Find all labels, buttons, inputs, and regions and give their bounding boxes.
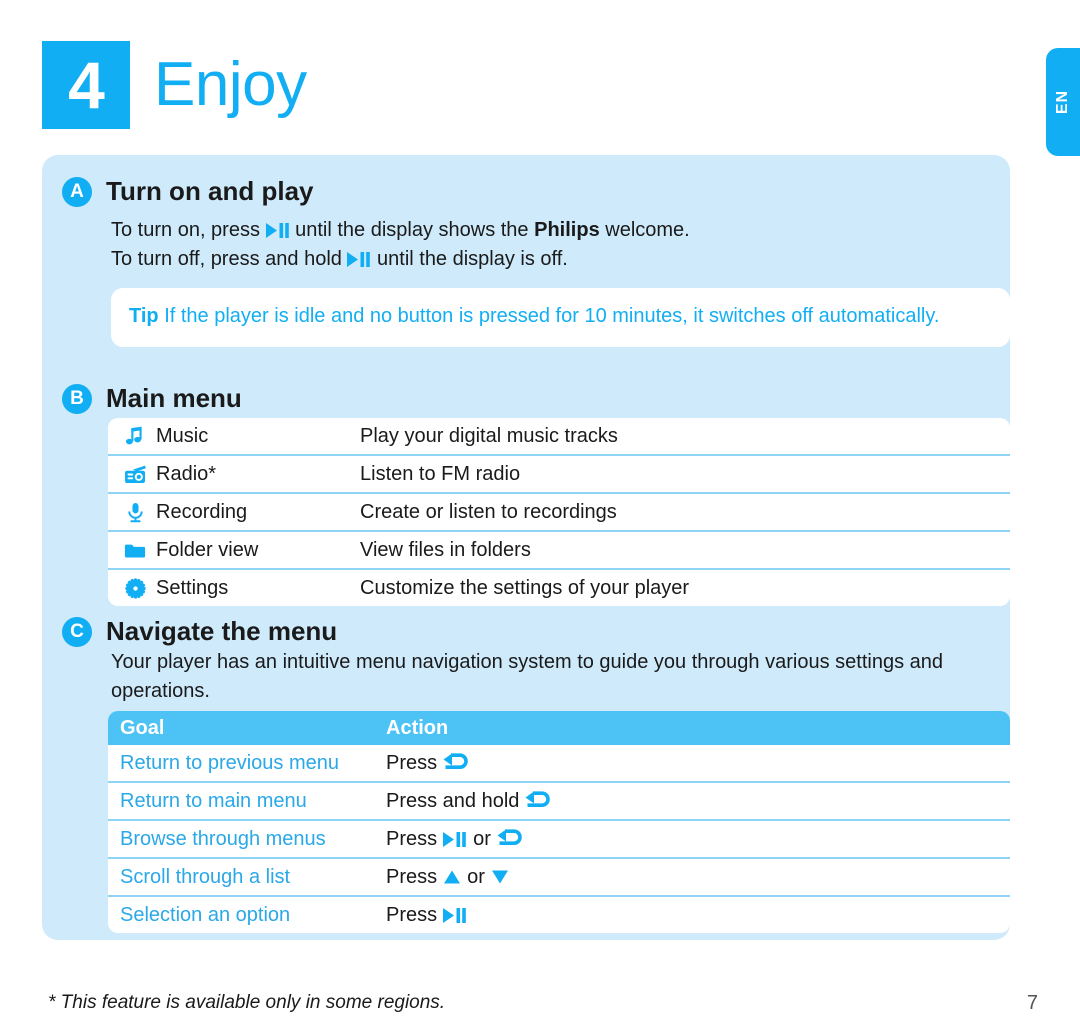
brand-name: Philips: [534, 219, 600, 241]
main-menu-row-description: Play your digital music tracks: [360, 424, 618, 447]
navigate-row-action: Press: [386, 752, 1010, 775]
section-c-heading: C Navigate the menu: [62, 616, 337, 647]
chapter-number: 4: [42, 41, 130, 129]
navigate-row-action-text: Press: [386, 827, 438, 850]
section-c-badge: C: [62, 616, 92, 647]
navigate-row-connector: or: [467, 865, 485, 888]
main-menu-row-label: Folder view: [156, 538, 259, 561]
back-arrow-icon: [525, 791, 551, 807]
navigate-row-action: Press or: [386, 828, 1010, 851]
play-pause-icon: [443, 831, 466, 847]
main-menu-row: Recording Create or listen to recordings: [108, 494, 1010, 532]
main-menu-row-description: Listen to FM radio: [360, 462, 521, 485]
main-menu-row: Settings Customize the settings of your p…: [108, 570, 1010, 606]
tip-box: Tip If the player is idle and no button …: [111, 288, 1010, 347]
navigate-row-goal: Return to previous menu: [120, 751, 340, 774]
navigate-table-body: Return to previous menu Press Return to ma…: [108, 745, 1010, 933]
language-tab-en: EN: [1046, 48, 1080, 156]
navigate-table-row: Return to previous menu Press: [108, 745, 1010, 783]
main-menu-row-label: Settings: [156, 576, 229, 599]
main-menu-table: Music Play your digital music tracks Radio…: [108, 418, 1010, 606]
music-note-icon: [125, 426, 142, 444]
main-menu-row-label: Radio*: [156, 462, 217, 485]
column-header-action: Action: [386, 716, 449, 739]
main-menu-row-icon: [108, 465, 152, 484]
navigate-row-action-text: Press: [386, 751, 438, 774]
main-menu-row: Music Play your digital music tracks: [108, 418, 1010, 456]
turn-on-text-1: To turn on, press: [111, 219, 266, 241]
main-menu-row-icon: [108, 426, 152, 447]
section-b-title: Main menu: [106, 383, 242, 413]
chapter-header: 4 Enjoy: [42, 41, 307, 129]
column-header-goal: Goal: [120, 716, 165, 739]
navigate-row-action-text: Press: [386, 865, 438, 888]
main-menu-row-description: Customize the settings of your player: [360, 576, 690, 599]
main-menu-row: Radio* Listen to FM radio: [108, 456, 1010, 494]
main-menu-row-icon: [108, 502, 152, 523]
section-a-instructions: To turn on, press until the display show…: [111, 216, 991, 274]
up-triangle-icon: [444, 870, 461, 884]
section-a-badge: A: [62, 176, 92, 207]
turn-on-text-3: welcome.: [599, 219, 690, 241]
navigate-row-action-text: Press: [386, 903, 438, 926]
main-menu-row-label: Recording: [156, 500, 248, 523]
back-arrow-icon: [443, 753, 468, 769]
tip-label: Tip: [129, 305, 159, 327]
turn-off-line: To turn off, press and hold until the di…: [111, 245, 991, 274]
down-triangle-icon: [491, 870, 508, 884]
play-pause-icon: [443, 907, 466, 923]
turn-on-text-2: until the display shows the: [289, 219, 535, 241]
microphone-icon: [127, 502, 143, 522]
navigate-row-goal: Browse through menus: [120, 827, 326, 850]
navigate-table-row: Selection an option Press: [108, 897, 1010, 933]
folder-icon: [124, 544, 146, 557]
main-menu-row-icon: [108, 542, 152, 559]
main-menu-row-description: Create or listen to recordings: [360, 500, 617, 523]
navigate-row-goal: Scroll through a list: [120, 865, 291, 888]
chapter-title: Enjoy: [154, 50, 307, 119]
tip-text: If the player is idle and no button is p…: [158, 305, 940, 327]
navigate-row-goal: Selection an option: [120, 903, 291, 926]
navigate-table-row: Browse through menus Press or: [108, 821, 1010, 859]
gear-icon: [124, 577, 146, 599]
turn-off-text-1: To turn off, press and hold: [111, 248, 348, 270]
language-tab-label: EN: [1054, 89, 1071, 115]
navigate-row-action: Press: [386, 904, 1010, 927]
back-arrow-icon: [497, 829, 522, 845]
section-c-intro: Your player has an intuitive menu naviga…: [111, 651, 943, 702]
main-menu-row: Folder view View files in folders: [108, 532, 1010, 570]
navigate-row-connector: or: [473, 827, 491, 850]
page-number: 7: [1026, 992, 1038, 1014]
navigate-menu-table: Goal Action Return to previous menu Press Re…: [108, 711, 1010, 933]
main-menu-row-description: View files in folders: [360, 538, 531, 561]
navigate-table-row: Return to main menu Press and hold: [108, 783, 1010, 821]
section-b-heading: B Main menu: [62, 383, 242, 414]
footnote: * This feature is available only in some…: [48, 992, 446, 1013]
main-menu-row-label: Music: [156, 424, 209, 447]
play-pause-icon: [265, 223, 289, 239]
section-c-title: Navigate the menu: [106, 616, 338, 646]
section-a-title: Turn on and play: [106, 176, 314, 206]
navigate-row-goal: Return to main menu: [120, 789, 307, 812]
radio-icon: [124, 465, 146, 483]
navigate-table-header: Goal Action: [108, 711, 1010, 745]
turn-off-text-2: until the display is off.: [371, 248, 568, 270]
navigate-table-row: Scroll through a list Press or: [108, 859, 1010, 897]
navigate-row-action: Press or: [386, 866, 1010, 889]
turn-on-line: To turn on, press until the display show…: [111, 216, 991, 245]
play-pause-icon: [347, 252, 371, 268]
navigate-row-action-text: Press and hold: [386, 789, 520, 812]
section-a-heading: A Turn on and play: [62, 176, 314, 207]
main-menu-row-icon: [108, 577, 152, 599]
navigate-row-action: Press and hold: [386, 790, 1010, 813]
section-b-badge: B: [62, 383, 92, 414]
